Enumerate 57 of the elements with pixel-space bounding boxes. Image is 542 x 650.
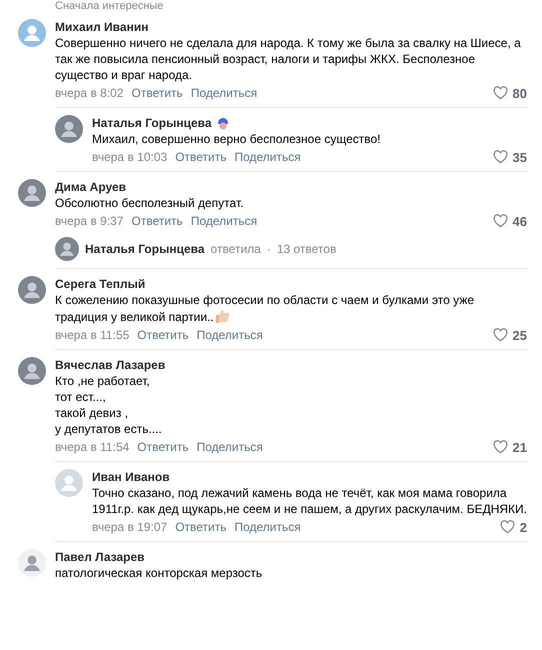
comment-text: Обсолютно бесполезный депутат. [55,195,244,211]
share-link[interactable]: Поделиться [196,327,263,343]
reply-link[interactable]: Ответить [175,149,226,165]
author-name[interactable]: Вячеслав Лазарев [55,357,166,373]
like-button[interactable]: 80 [492,86,527,100]
comment-time[interactable]: вчера в 10:03 [92,149,168,165]
reply-link[interactable]: Ответить [175,519,226,535]
share-link[interactable]: Поделиться [190,213,258,229]
comment-time[interactable]: вчера в 19:07 [92,519,168,535]
thread-action: ответила [210,242,261,256]
share-link[interactable]: Поделиться [234,149,301,165]
comment-time[interactable]: вчера в 8:02 [55,85,124,101]
like-button[interactable]: 35 [492,150,527,164]
heart-icon [492,214,508,228]
comment-time[interactable]: вчера в 11:55 [55,327,130,343]
author-name[interactable]: Наталья Горынцева [92,115,212,131]
author-name[interactable]: Павел Лазарев [55,549,145,565]
author-name[interactable]: Иван Иванов [92,469,170,485]
like-button[interactable]: 46 [492,214,527,228]
avatar-icon[interactable] [18,549,46,577]
like-button[interactable]: 25 [492,328,527,342]
share-link[interactable]: Поделиться [196,439,263,455]
comment-time[interactable]: вчера в 9:37 [55,213,124,229]
share-link[interactable]: Поделиться [234,519,301,535]
comment-text: Совершенно ничего не сделала для народа. К тому же была за свалку на Шиесе, а так же повысила пенсионный возраст, налоги и тарифы ЖКХ. Бесполезное существо и враг народа. [55,35,522,83]
heart-icon [492,440,508,454]
comment-text: патологическая конторская мерзость [55,565,264,581]
reply-link[interactable]: Ответить [132,85,183,101]
comment-text: Точно сказано, под лежачий камень вода не течёт, как моя мама говорила 1911г.р. как дед щукарь,не сеем и не пашем, а других раскулачим. БЕДНЯКИ. [92,485,527,517]
author-name[interactable]: Михаил Иванин [55,19,148,35]
heart-icon [492,328,508,342]
avatar-icon[interactable] [18,179,46,207]
thread-author[interactable]: Наталья Горынцева [85,241,205,257]
avatar-icon[interactable] [18,357,46,385]
thread-count[interactable]: 13 ответов [276,242,336,256]
comment-time[interactable]: вчера в 11:54 [55,439,130,455]
comment-text: Кто ,не работает, тот ест..., такой девиз , у депутатов есть.... [55,373,163,437]
author-name[interactable]: Серега Теплый [55,276,146,292]
comment-text: К сожелению показушные фотосесии по области с чаем и булками это уже традиция у великой партии.. [55,292,476,325]
heart-icon [500,520,515,534]
heart-icon [492,150,508,164]
sort-label[interactable]: Сначала интересные [55,0,527,12]
like-button[interactable]: 21 [492,440,527,454]
reply-link[interactable]: Ответить [132,213,183,229]
reply-link[interactable]: Ответить [137,439,189,455]
avatar-icon[interactable] [18,19,46,47]
badge-icon [216,116,229,130]
share-link[interactable]: Поделиться [190,85,258,101]
avatar-icon[interactable] [55,115,83,143]
avatar-icon[interactable] [55,237,79,261]
comment-text: Михаил, совершенно верно бесполезное существо! [92,131,382,147]
author-name[interactable]: Дима Аруев [55,179,126,195]
avatar-icon[interactable] [18,276,46,304]
reply-link[interactable]: Ответить [137,327,189,343]
like-button[interactable]: 2 [500,520,527,534]
thread-separator: · [266,242,271,256]
heart-icon [492,86,508,100]
